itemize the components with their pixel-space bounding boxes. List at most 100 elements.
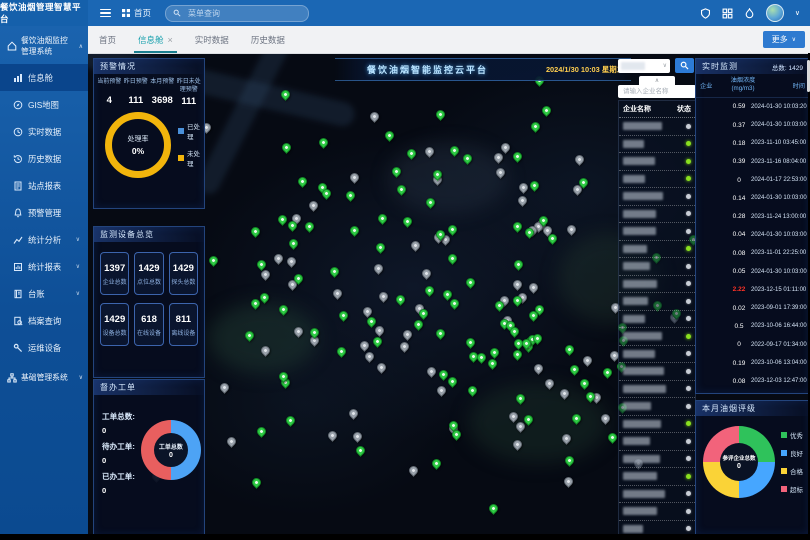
sidebar-item-9[interactable]: 档案查询 [0,307,88,334]
map-pin-offline[interactable] [285,255,298,268]
sidebar-item-0[interactable]: 信息舱 [0,64,88,91]
company-row[interactable] [619,416,695,434]
sidebar-item-7[interactable]: 统计报表∨ [0,253,88,280]
company-search-button[interactable] [675,58,694,73]
map-pin-offline[interactable] [512,278,525,291]
map-pin-online[interactable] [446,376,459,389]
realtime-row[interactable]: 02024-01-17 22:53:00 [696,171,809,189]
map-pin-online[interactable] [540,104,553,117]
map-pin-online[interactable] [488,346,501,359]
map-pin-online[interactable] [394,293,407,306]
company-row[interactable] [619,276,695,294]
map-pin-online[interactable] [466,385,479,398]
map-pin-offline[interactable] [351,430,364,443]
map-pin-online[interactable] [371,335,384,348]
map-pin-online[interactable] [285,414,298,427]
map-pin-online[interactable] [511,220,524,233]
map-pin-offline[interactable] [407,464,420,477]
menu-search[interactable] [165,5,309,22]
map-pin-offline[interactable] [307,199,320,212]
sidebar-item-1[interactable]: GIS地图 [0,91,88,118]
collapse-handle[interactable]: ∧ [639,76,675,85]
map-pin-online[interactable] [511,150,524,163]
map-pin-online[interactable] [487,502,500,515]
map-pin-online[interactable] [296,175,309,188]
map-pin-offline[interactable] [435,384,448,397]
realtime-row[interactable]: 2.222023-12-15 01:11:00 [696,281,809,299]
map-pin-online[interactable] [287,237,300,250]
map-pin-offline[interactable] [398,341,411,354]
map-pin-online[interactable] [328,265,341,278]
map-pin-online[interactable] [434,327,447,340]
map-pin-offline[interactable] [349,171,362,184]
map-pin-offline[interactable] [373,263,386,276]
company-row[interactable] [619,118,695,136]
tab-3[interactable]: 历史数据 [240,26,296,53]
map-pin-online[interactable] [578,377,591,390]
realtime-row[interactable]: 0.042024-01-30 10:03:00 [696,226,809,244]
realtime-row[interactable]: 02022-09-17 01:34:00 [696,336,809,354]
map-pin-offline[interactable] [581,354,594,367]
map-pin-online[interactable] [431,457,444,470]
company-row[interactable] [619,486,695,504]
map-pin-online[interactable] [530,120,543,133]
company-row[interactable] [619,328,695,346]
map-pin-online[interactable] [486,357,499,370]
close-icon[interactable]: × [168,35,173,45]
company-row[interactable] [619,451,695,469]
realtime-row[interactable]: 0.372024-01-30 10:03:00 [696,116,809,134]
map-pin-online[interactable] [446,252,459,265]
chevron-down-icon[interactable]: ∨ [795,9,800,17]
company-row[interactable] [619,381,695,399]
realtime-row[interactable]: 0.282023-11-24 13:00:00 [696,208,809,226]
map-pin-online[interactable] [434,108,447,121]
map-pin-offline[interactable] [517,181,530,194]
sidebar-section-base-system[interactable]: 基础管理系统 ∨ [0,363,88,390]
sidebar-item-10[interactable]: 运维设备 [0,334,88,361]
map-pin-offline[interactable] [410,239,423,252]
company-row[interactable] [619,171,695,189]
map-pin-online[interactable] [563,343,576,356]
realtime-row[interactable]: 0.52023-10-06 16:44:00 [696,317,809,335]
map-pin-offline[interactable] [499,141,512,154]
company-row[interactable] [619,293,695,311]
company-row[interactable] [619,206,695,224]
sidebar-item-2[interactable]: 实时数据 [0,118,88,145]
company-row[interactable] [619,433,695,451]
realtime-row[interactable]: 0.022023-09-01 17:39:00 [696,299,809,317]
tab-1[interactable]: 信息舱× [127,26,184,53]
sidebar-item-6[interactable]: 统计分析∨ [0,226,88,253]
apps-icon[interactable] [722,8,733,19]
map-pin-offline[interactable] [363,350,376,363]
map-pin-offline[interactable] [573,153,586,166]
map-pin-offline[interactable] [368,110,381,123]
map-pin-offline[interactable] [218,381,231,394]
map-pin-online[interactable] [376,212,389,225]
company-row[interactable] [619,223,695,241]
map-pin-online[interactable] [528,179,541,192]
map-pin-offline[interactable] [532,362,545,375]
flame-icon[interactable] [744,8,755,19]
company-row[interactable] [619,258,695,276]
company-row[interactable] [619,311,695,329]
map-pin-offline[interactable] [401,329,414,342]
map-pin-online[interactable] [303,220,316,233]
map-pin-online[interactable] [383,129,396,142]
realtime-row[interactable]: 0.052024-01-30 10:03:00 [696,262,809,280]
map-pin-online[interactable] [250,476,263,489]
map-pin-offline[interactable] [420,267,433,280]
realtime-row[interactable]: 0.392023-11-16 08:04:00 [696,153,809,171]
map-pin-offline[interactable] [565,223,578,236]
map-pin-online[interactable] [344,189,357,202]
map-pin-online[interactable] [447,223,460,236]
company-row[interactable] [619,503,695,521]
map-pin-online[interactable] [337,309,350,322]
tab-2[interactable]: 实时数据 [184,26,240,53]
map-pin-offline[interactable] [376,361,389,374]
company-row[interactable] [619,346,695,364]
map-pin-offline[interactable] [347,407,360,420]
sidebar-section-restaurant-system[interactable]: 餐饮油烟监控管理系统 ∧ [0,26,88,64]
map-pin-online[interactable] [348,224,361,237]
realtime-row[interactable]: 0.182023-11-10 03:45:00 [696,134,809,152]
company-row[interactable] [619,468,695,486]
